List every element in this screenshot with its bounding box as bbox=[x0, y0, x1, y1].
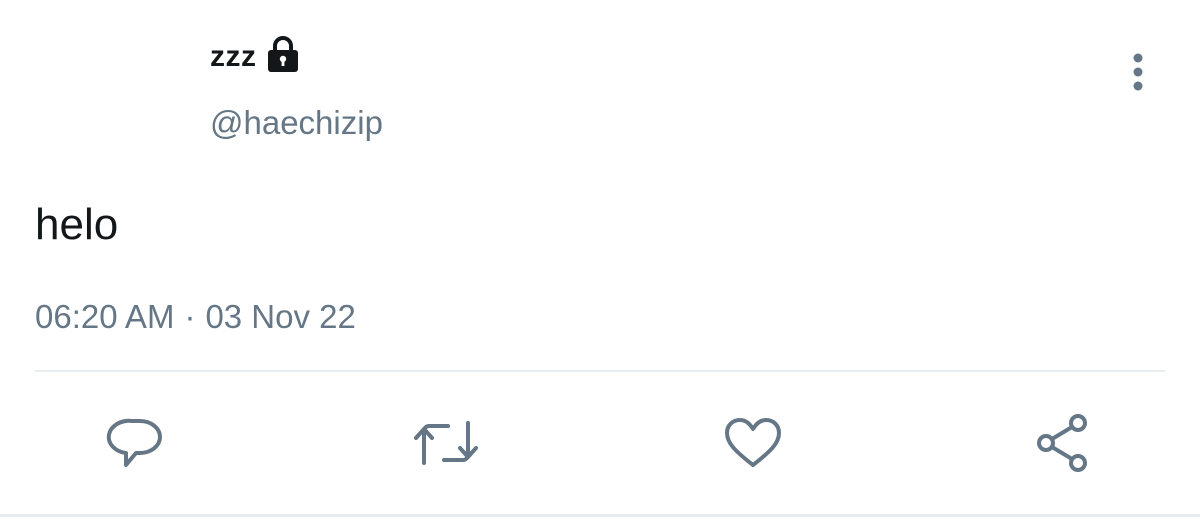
share-button[interactable] bbox=[1032, 413, 1092, 473]
more-vertical-icon bbox=[1130, 52, 1146, 97]
user-handle[interactable]: @haechizip bbox=[210, 104, 383, 142]
reply-icon bbox=[106, 413, 166, 473]
author-name-row: zzz bbox=[210, 36, 301, 74]
tweet-time: 06:20 AM bbox=[35, 298, 175, 335]
display-name[interactable]: zzz bbox=[210, 40, 257, 74]
bottom-divider bbox=[0, 514, 1200, 517]
like-button[interactable] bbox=[723, 413, 783, 473]
like-icon bbox=[723, 413, 783, 473]
tweet-text: helo bbox=[35, 200, 119, 249]
reply-button[interactable] bbox=[106, 413, 166, 473]
retweet-icon bbox=[414, 413, 478, 473]
divider bbox=[35, 370, 1165, 372]
timestamp-separator: · bbox=[184, 298, 196, 335]
share-icon bbox=[1032, 413, 1092, 473]
more-options-button[interactable] bbox=[1118, 52, 1158, 96]
tweet-timestamp[interactable]: 06:20 AM · 03 Nov 22 bbox=[35, 298, 356, 336]
tweet-date: 03 Nov 22 bbox=[205, 298, 356, 335]
tweet-card: zzz @haechizip helo 06:20 AM · 03 Nov 22 bbox=[0, 0, 1200, 531]
lock-icon bbox=[265, 35, 301, 73]
retweet-button[interactable] bbox=[414, 413, 478, 473]
